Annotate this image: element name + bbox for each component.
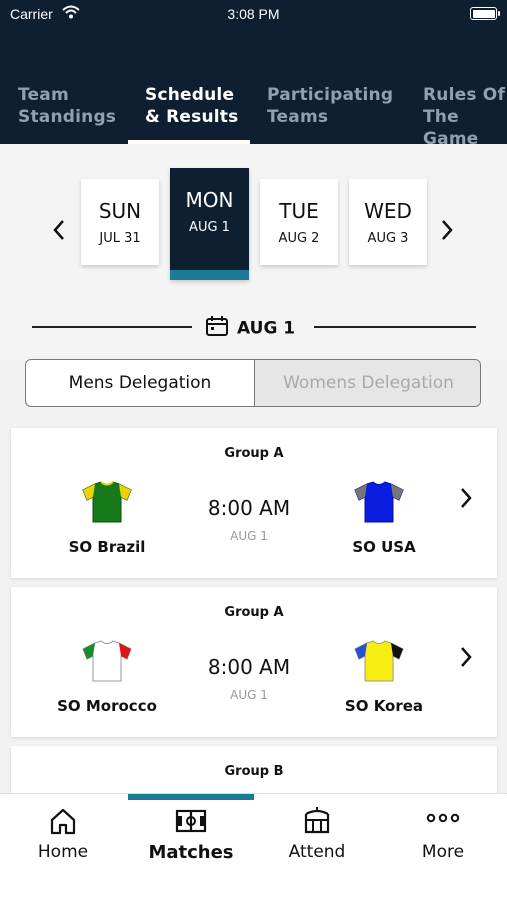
match-group: Group B [224, 764, 284, 779]
jersey-icon [81, 639, 133, 683]
day-tue[interactable]: TUE AUG 2 [260, 179, 338, 265]
top-tab-bar: Team Standings Schedule & Results Partic… [0, 80, 507, 144]
selected-date-label: AUG 1 [237, 318, 296, 339]
day-name: MON [185, 188, 234, 212]
match-date: AUG 1 [230, 529, 268, 543]
nav-more[interactable]: More [380, 806, 506, 862]
tab-rules-of-the-game[interactable]: Rules Of The Game [423, 84, 507, 144]
home-icon [0, 806, 126, 836]
nav-home-label: Home [37, 842, 89, 862]
match-group: Group A [224, 605, 284, 620]
day-name: TUE [279, 199, 319, 223]
mens-delegation-button[interactable]: Mens Delegation [26, 360, 254, 406]
nav-matches-label: Matches [148, 842, 234, 863]
stadium-icon [254, 806, 380, 836]
match-group: Group A [224, 446, 284, 461]
selected-date-heading: AUG 1 [205, 315, 315, 342]
tab-schedule-results[interactable]: Schedule & Results [145, 84, 238, 128]
chevron-right-icon[interactable] [459, 486, 473, 516]
womens-delegation-button[interactable]: Womens Delegation [254, 360, 480, 406]
match-time: 8:00 AM [207, 655, 291, 679]
day-name: SUN [98, 199, 142, 223]
calendar-icon [205, 315, 229, 342]
date-divider-left [32, 326, 192, 328]
jersey-icon [353, 639, 405, 683]
home-team-name: SO Morocco [57, 697, 157, 715]
day-mon[interactable]: MON AUG 1 [170, 168, 249, 280]
chevron-right-icon[interactable] [440, 218, 454, 248]
date-divider-right [314, 326, 476, 328]
day-sun[interactable]: SUN JUL 31 [81, 179, 159, 265]
day-wed[interactable]: WED AUG 3 [349, 179, 427, 265]
match-date: AUG 1 [230, 688, 268, 702]
nav-home[interactable]: Home [0, 806, 126, 862]
selected-day-bar [170, 270, 249, 280]
tab-team-standings[interactable]: Team Standings [18, 84, 116, 128]
jersey-icon [353, 480, 405, 524]
bottom-nav: Home Matches Attend More [0, 793, 507, 900]
day-date: AUG 3 [367, 231, 409, 246]
chevron-right-icon[interactable] [459, 645, 473, 675]
status-bar: Carrier 3:08 PM [0, 0, 507, 30]
nav-attend-label: Attend [288, 842, 346, 862]
day-date: AUG 2 [278, 231, 320, 246]
home-team-name: SO Brazil [68, 538, 146, 556]
chevron-left-icon[interactable] [52, 218, 66, 248]
away-team-name: SO USA [352, 538, 416, 556]
active-nav-indicator [128, 794, 254, 800]
day-name: WED [364, 199, 412, 223]
match-time: 8:00 AM [207, 496, 291, 520]
nav-more-label: More [421, 842, 465, 862]
match-card[interactable]: Group A SO Brazil 8:00 AM AUG 1 SO USA [11, 428, 497, 578]
jersey-icon [81, 480, 133, 524]
status-time: 3:08 PM [227, 6, 280, 22]
day-date: JUL 31 [99, 231, 141, 246]
match-card[interactable]: Group A SO Morocco 8:00 AM AUG 1 SO Kore… [11, 587, 497, 737]
delegation-segmented-control: Mens Delegation Womens Delegation [25, 359, 481, 407]
battery-icon [470, 7, 500, 20]
nav-attend[interactable]: Attend [254, 806, 380, 862]
pitch-icon [128, 806, 254, 836]
nav-matches[interactable]: Matches [128, 806, 254, 863]
day-date: AUG 1 [189, 220, 230, 235]
away-team-name: SO Korea [344, 697, 424, 715]
app-header: Carrier 3:08 PM Team Standings Schedule … [0, 0, 507, 144]
more-dots-icon [380, 806, 506, 836]
tab-participating-teams[interactable]: Participating Teams [267, 84, 393, 128]
